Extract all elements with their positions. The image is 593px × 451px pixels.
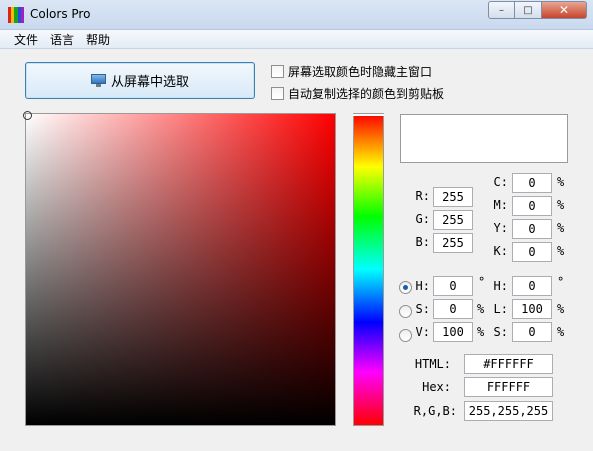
g-input[interactable]: 255 xyxy=(433,210,473,230)
hsv-s-unit: % xyxy=(477,302,485,316)
title-bar[interactable]: Colors Pro – □ ✕ xyxy=(0,0,593,30)
pick-from-screen-label: 从屏幕中选取 xyxy=(110,75,189,90)
auto-copy-label: 自动复制选择的颜色到剪贴板 xyxy=(288,87,445,101)
hls-h-unit: ° xyxy=(557,275,565,289)
k-unit: % xyxy=(557,244,565,258)
y-input[interactable]: 0 xyxy=(512,219,552,239)
hsv-h-input[interactable]: 0 xyxy=(433,276,473,296)
window-title: Colors Pro xyxy=(30,7,91,21)
auto-copy-option[interactable]: 自动复制选择的颜色到剪贴板 xyxy=(271,85,444,102)
hls-l-input[interactable]: 100 xyxy=(512,299,552,319)
hue-slider-marker[interactable] xyxy=(353,114,384,119)
hex-code-field[interactable]: FFFFFF xyxy=(464,377,553,397)
c-input[interactable]: 0 xyxy=(512,173,552,193)
pick-from-screen-button[interactable]: 从屏幕中选取 xyxy=(25,62,255,99)
hls-h-label: H: xyxy=(493,279,508,293)
color-preview xyxy=(400,114,568,163)
m-unit: % xyxy=(557,198,565,212)
b-label: B: xyxy=(415,235,430,249)
hsv-v-radio[interactable] xyxy=(399,329,412,342)
main-panel: 从屏幕中选取 屏幕选取颜色时隐藏主窗口 自动复制选择的颜色到剪贴板 R: 255… xyxy=(0,49,593,451)
hsv-s-input[interactable]: 0 xyxy=(433,299,473,319)
c-label: C: xyxy=(493,175,508,189)
y-unit: % xyxy=(557,221,565,235)
hls-s-unit: % xyxy=(557,325,565,339)
hsv-v-input[interactable]: 100 xyxy=(433,322,473,342)
hls-h-input[interactable]: 0 xyxy=(512,276,552,296)
menu-file[interactable]: 文件 xyxy=(8,31,44,48)
saturation-value-picker[interactable] xyxy=(23,111,336,426)
window-controls: – □ ✕ xyxy=(488,1,587,19)
hsv-h-unit: ° xyxy=(478,275,486,289)
hls-l-label: L: xyxy=(493,302,508,316)
c-unit: % xyxy=(557,175,565,189)
app-icon xyxy=(8,7,25,23)
rgb-code-field[interactable]: 255,255,255 xyxy=(464,401,553,421)
b-input[interactable]: 255 xyxy=(433,233,473,253)
y-label: Y: xyxy=(493,221,508,235)
sv-picker-marker[interactable] xyxy=(23,111,32,120)
k-input[interactable]: 0 xyxy=(512,242,552,262)
menu-language[interactable]: 语言 xyxy=(44,31,80,48)
hide-window-label: 屏幕选取颜色时隐藏主窗口 xyxy=(288,65,433,79)
hex-label: Hex: xyxy=(422,380,451,394)
hsv-s-label: S: xyxy=(415,302,430,316)
k-label: K: xyxy=(493,244,508,258)
close-button[interactable]: ✕ xyxy=(542,1,587,19)
maximize-button[interactable]: □ xyxy=(515,1,542,19)
menu-bar: 文件 语言 帮助 xyxy=(0,30,593,49)
r-label: R: xyxy=(415,189,430,203)
hide-window-option[interactable]: 屏幕选取颜色时隐藏主窗口 xyxy=(271,63,432,80)
hsv-h-label: H: xyxy=(415,279,430,293)
hsv-v-label: V: xyxy=(415,325,430,339)
rgb-label: R,G,B: xyxy=(413,404,457,418)
menu-help[interactable]: 帮助 xyxy=(80,31,116,48)
hls-s-input[interactable]: 0 xyxy=(512,322,552,342)
auto-copy-checkbox[interactable] xyxy=(271,87,284,100)
g-label: G: xyxy=(415,212,430,226)
hue-slider[interactable] xyxy=(353,113,384,426)
minimize-button[interactable]: – xyxy=(488,1,515,19)
hsv-s-radio[interactable] xyxy=(399,305,412,318)
hls-s-label: S: xyxy=(493,325,508,339)
hide-window-checkbox[interactable] xyxy=(271,65,284,78)
m-input[interactable]: 0 xyxy=(512,196,552,216)
r-input[interactable]: 255 xyxy=(433,187,473,207)
hsv-h-radio[interactable] xyxy=(399,281,412,294)
m-label: M: xyxy=(493,198,508,212)
html-label: HTML: xyxy=(414,357,451,371)
monitor-icon xyxy=(90,74,106,87)
html-code-field[interactable]: #FFFFFF xyxy=(464,354,553,374)
hsv-v-unit: % xyxy=(477,325,485,339)
app-icon-stripe xyxy=(20,7,25,23)
hls-l-unit: % xyxy=(557,302,565,316)
